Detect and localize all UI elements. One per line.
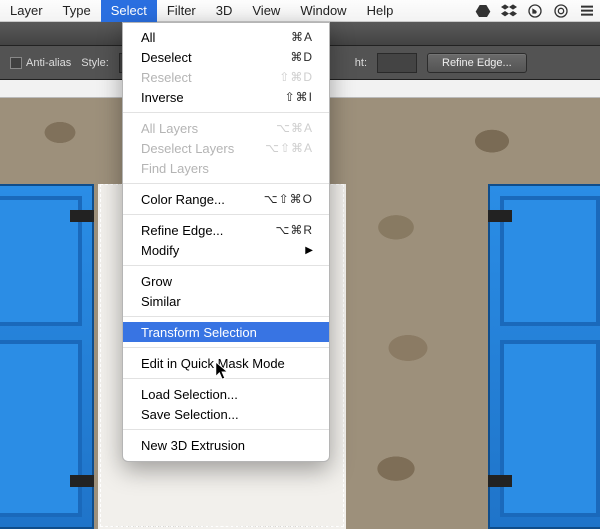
menuitem-save-selection[interactable]: Save Selection... [123,404,329,424]
wifi-extra-icon[interactable] [578,2,596,20]
menu-window[interactable]: Window [290,0,356,22]
menuitem-all-layers: All Layers ⌥⌘A [123,118,329,138]
menuitem-label: All [141,30,155,45]
menuitem-label: Edit in Quick Mask Mode [141,356,285,371]
menuitem-all[interactable]: All ⌘A [123,27,329,47]
drive-icon[interactable] [474,2,492,20]
menu-type[interactable]: Type [53,0,101,22]
menuitem-new-3d-extrusion[interactable]: New 3D Extrusion [123,435,329,455]
menuitem-label: Save Selection... [141,407,239,422]
menuitem-label: Deselect [141,50,192,65]
menuitem-shortcut: ⇧⌘D [279,70,313,84]
shutter-right [488,184,600,529]
antialias-checkbox[interactable]: Anti-alias [10,57,71,69]
menuitem-label: All Layers [141,121,198,136]
menuitem-shortcut: ⌥⌘A [276,121,313,135]
menuitem-load-selection[interactable]: Load Selection... [123,384,329,404]
height-label: ht: [355,57,367,69]
app-circle-icon[interactable] [526,2,544,20]
submenu-arrow-icon: ▶ [305,245,313,256]
style-label: Style: [81,57,109,69]
cloud-icon[interactable] [552,2,570,20]
menuitem-color-range[interactable]: Color Range... ⌥⇧⌘O [123,189,329,209]
select-menu-dropdown: All ⌘A Deselect ⌘D Reselect ⇧⌘D Inverse ⇧⌘I All … [122,22,330,462]
menuitem-transform-selection[interactable]: Transform Selection [123,322,329,342]
menuitem-label: Refine Edge... [141,223,223,238]
menuitem-shortcut: ⌥⌘R [276,223,314,237]
menuitem-label: Find Layers [141,161,209,176]
menuitem-shortcut: ⌘D [290,50,313,64]
menu-layer[interactable]: Layer [0,0,53,22]
refine-edge-button[interactable]: Refine Edge... [427,53,527,73]
menuitem-deselect-layers: Deselect Layers ⌥⇧⌘A [123,138,329,158]
menuitem-label: Reselect [141,70,192,85]
height-field[interactable] [377,53,417,73]
menuitem-label: Load Selection... [141,387,238,402]
system-menubar: Layer Type Select Filter 3D View Window … [0,0,600,22]
menuitem-label: New 3D Extrusion [141,438,245,453]
menu-filter[interactable]: Filter [157,0,206,22]
menuitem-label: Color Range... [141,192,225,207]
menu-view[interactable]: View [242,0,290,22]
menu-select[interactable]: Select [101,0,157,22]
menuitem-modify[interactable]: Modify ▶ [123,240,329,260]
shutter-left [0,184,94,529]
menuitem-find-layers: Find Layers [123,158,329,178]
menubar-status-icons [474,2,600,20]
menuitem-label: Deselect Layers [141,141,234,156]
menuitem-similar[interactable]: Similar [123,291,329,311]
menuitem-label: Modify [141,243,179,258]
menuitem-grow[interactable]: Grow [123,271,329,291]
menuitem-label: Grow [141,274,172,289]
menuitem-shortcut: ⌥⇧⌘O [264,192,313,206]
menu-help[interactable]: Help [357,0,404,22]
menuitem-shortcut: ⌥⇧⌘A [265,141,313,155]
dropbox-icon[interactable] [500,2,518,20]
menuitem-refine-edge[interactable]: Refine Edge... ⌥⌘R [123,220,329,240]
menu-3d[interactable]: 3D [206,0,243,22]
menuitem-label: Similar [141,294,181,309]
menuitem-label: Inverse [141,90,184,105]
menuitem-label: Transform Selection [141,325,257,340]
menuitem-deselect[interactable]: Deselect ⌘D [123,47,329,67]
menuitem-inverse[interactable]: Inverse ⇧⌘I [123,87,329,107]
menuitem-reselect: Reselect ⇧⌘D [123,67,329,87]
menuitem-shortcut: ⇧⌘I [285,90,313,104]
mouse-cursor-icon [214,360,232,387]
menuitem-shortcut: ⌘A [291,30,313,44]
